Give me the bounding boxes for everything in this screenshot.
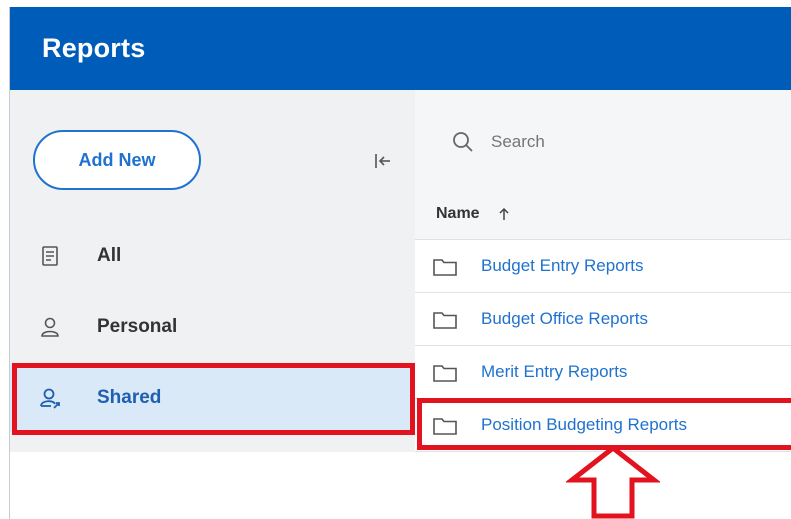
- highlight-box-shared: [12, 363, 415, 435]
- column-header-name[interactable]: Name: [436, 205, 480, 223]
- up-arrow-annotation-icon: [564, 444, 662, 519]
- search-icon: [451, 130, 475, 154]
- sidebar-item-label: All: [97, 245, 122, 266]
- table-header: Name: [415, 188, 791, 240]
- folder-icon: [432, 310, 458, 330]
- folder-icon: [432, 363, 458, 383]
- search-input[interactable]: [491, 132, 751, 152]
- folder-icon: [432, 257, 458, 277]
- collapse-sidebar-icon[interactable]: [372, 150, 394, 172]
- document-icon: [38, 244, 62, 268]
- page-header: Reports: [10, 7, 791, 90]
- row-link[interactable]: Merit Entry Reports: [481, 362, 627, 382]
- sort-ascending-icon[interactable]: [497, 207, 511, 221]
- row-link[interactable]: Budget Entry Reports: [481, 256, 644, 276]
- sidebar-item-label: Personal: [97, 316, 178, 337]
- person-icon: [38, 315, 62, 339]
- table-row[interactable]: Budget Entry Reports: [415, 240, 791, 293]
- sidebar-item-all[interactable]: All: [10, 222, 415, 290]
- highlight-box-row: [417, 398, 791, 450]
- table-row[interactable]: Budget Office Reports: [415, 293, 791, 346]
- page-title: Reports: [42, 33, 146, 63]
- sidebar-item-personal[interactable]: Personal: [10, 293, 415, 361]
- search-bar: [415, 90, 791, 188]
- table-row[interactable]: Merit Entry Reports: [415, 346, 791, 399]
- row-link[interactable]: Budget Office Reports: [481, 309, 648, 329]
- add-new-button[interactable]: Add New: [33, 130, 201, 190]
